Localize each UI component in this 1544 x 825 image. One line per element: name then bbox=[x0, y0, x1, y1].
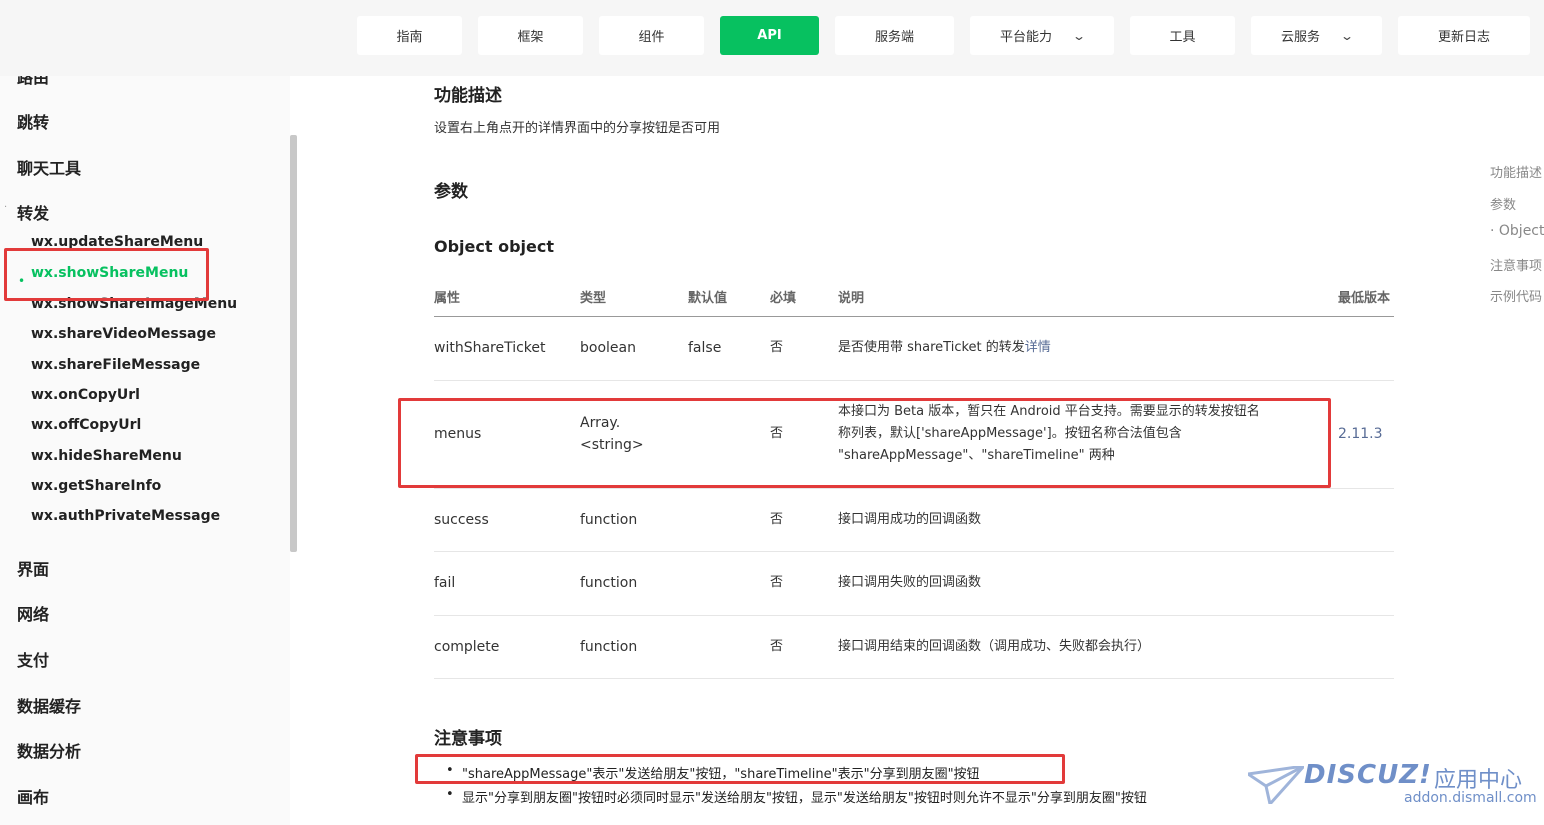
bullet: • bbox=[446, 787, 454, 802]
cell-desc: 是否使用带 shareTicket 的转发详情 bbox=[838, 337, 1051, 359]
cell-attr-withshareticket: withShareTicket bbox=[434, 340, 546, 356]
col-header-desc: 说明 bbox=[838, 291, 865, 306]
cell-desc: 接口调用失败的回调函数 bbox=[838, 575, 982, 590]
nav-tools-label: 工具 bbox=[1169, 30, 1196, 45]
col-header-version: 最低版本 bbox=[1338, 291, 1391, 306]
sidebar-item-share[interactable]: 转发 bbox=[17, 200, 49, 224]
nav-cloud[interactable]: 云服务 ⌄ bbox=[1251, 16, 1382, 55]
nav-framework-label: 框架 bbox=[517, 30, 544, 45]
sidebar-item-payment[interactable]: 支付 bbox=[17, 647, 49, 671]
watermark-url: addon.dismall.com bbox=[1404, 790, 1537, 806]
nav-api-label: API bbox=[757, 28, 782, 43]
sidebar-item-navigate[interactable]: 跳转 bbox=[17, 109, 49, 133]
cell-desc: 接口调用结束的回调函数（调用成功、失败都会执行） bbox=[838, 639, 1151, 654]
nav-server-label: 服务端 bbox=[874, 30, 914, 45]
cell-type: function bbox=[580, 512, 638, 528]
sidebar-item-get-share-info[interactable]: wx.getShareInfo bbox=[31, 478, 161, 494]
cell-type: boolean bbox=[580, 340, 636, 356]
chevron-down-icon: ⌄ bbox=[1071, 28, 1087, 43]
nav-tools[interactable]: 工具 bbox=[1130, 16, 1235, 55]
col-header-required: 必填 bbox=[770, 291, 797, 306]
cell-required: 否 bbox=[770, 340, 784, 355]
sidebar-item-canvas[interactable]: 画布 bbox=[17, 784, 49, 808]
row-divider bbox=[434, 488, 1394, 489]
nav-framework[interactable]: 框架 bbox=[478, 16, 583, 55]
section-title-object: Object object bbox=[434, 237, 555, 256]
cell-required: 否 bbox=[770, 639, 784, 654]
description-text: 设置右上角点开的详情界面中的分享按钮是否可用 bbox=[434, 121, 721, 136]
sidebar-item-chat-tools[interactable]: 聊天工具 bbox=[17, 155, 81, 179]
cell-version: 2.11.3 bbox=[1338, 426, 1383, 442]
row-divider bbox=[434, 380, 1394, 381]
col-header-type: 类型 bbox=[580, 291, 607, 306]
cell-type: function bbox=[580, 575, 638, 591]
sidebar-item-off-copy-url[interactable]: wx.offCopyUrl bbox=[31, 417, 141, 433]
section-title-description: 功能描述 bbox=[434, 86, 502, 106]
cell-required: 否 bbox=[770, 512, 784, 527]
details-link[interactable]: 详情 bbox=[1025, 340, 1051, 355]
cell-attr-success: success bbox=[434, 512, 489, 528]
chevron-down-icon: ⌄ bbox=[1339, 28, 1355, 43]
nav-server[interactable]: 服务端 bbox=[835, 16, 954, 55]
sidebar-item-on-copy-url[interactable]: wx.onCopyUrl bbox=[31, 387, 140, 403]
cell-type: function bbox=[580, 639, 638, 655]
sidebar-item-auth-private-message[interactable]: wx.authPrivateMessage bbox=[31, 508, 220, 524]
sidebar-item-share-file-message[interactable]: wx.shareFileMessage bbox=[31, 357, 200, 373]
section-title-notes: 注意事项 bbox=[434, 729, 502, 749]
nav-changelog[interactable]: 更新日志 bbox=[1398, 16, 1530, 55]
annotation-box-sidebar bbox=[4, 248, 209, 301]
sidebar-item-network[interactable]: 网络 bbox=[17, 601, 49, 625]
section-title-params: 参数 bbox=[434, 182, 468, 202]
row-divider bbox=[434, 551, 1394, 552]
sidebar-item-routing[interactable]: 路由 bbox=[17, 76, 49, 88]
nav-components-label: 组件 bbox=[638, 30, 665, 45]
cell-attr-fail: fail bbox=[434, 575, 456, 591]
note-text: 显示"分享到朋友圈"按钮时必须同时显示"发送给朋友"按钮，显示"发送给朋友"按钮… bbox=[462, 791, 1147, 806]
row-divider bbox=[434, 678, 1394, 679]
paper-plane-icon bbox=[1248, 766, 1304, 804]
col-header-attr: 属性 bbox=[434, 291, 461, 306]
cell-default: false bbox=[688, 340, 722, 356]
nav-platform-label: 平台能力 bbox=[999, 30, 1052, 45]
sidebar-scrollbar[interactable] bbox=[290, 135, 297, 552]
expanded-marker: · bbox=[4, 202, 8, 213]
sidebar-item-storage[interactable]: 数据缓存 bbox=[17, 693, 81, 717]
watermark-logo: DISCUZ! bbox=[1304, 760, 1432, 790]
sidebar-item-analytics[interactable]: 数据分析 bbox=[17, 738, 81, 762]
watermark: DISCUZ! 应用中心 addon.dismall.com bbox=[1248, 760, 1538, 810]
toc-item-description[interactable]: 功能描述 bbox=[1490, 162, 1542, 181]
row-divider bbox=[434, 615, 1394, 616]
toc-item-object[interactable]: · Object bbox=[1490, 223, 1544, 239]
table-header-divider bbox=[434, 316, 1394, 317]
nav-cloud-label: 云服务 bbox=[1280, 30, 1320, 45]
col-header-default: 默认值 bbox=[688, 291, 728, 306]
nav-guide-label: 指南 bbox=[396, 30, 423, 45]
top-nav: 指南 框架 组件 API 服务端 平台能力 ⌄ 工具 云服务 ⌄ 更新日志 bbox=[0, 0, 1544, 76]
cell-required: 否 bbox=[770, 575, 784, 590]
annotation-box-menus-row bbox=[398, 398, 1331, 488]
sidebar-item-share-video-message[interactable]: wx.shareVideoMessage bbox=[31, 326, 216, 342]
nav-changelog-label: 更新日志 bbox=[1437, 30, 1490, 45]
sidebar-item-hide-share-menu[interactable]: wx.hideShareMenu bbox=[31, 448, 182, 464]
sidebar-item-interface[interactable]: 界面 bbox=[17, 556, 49, 580]
nav-platform[interactable]: 平台能力 ⌄ bbox=[970, 16, 1114, 55]
toc-item-notes[interactable]: 注意事项 bbox=[1490, 255, 1542, 274]
toc-item-params[interactable]: 参数 bbox=[1490, 194, 1516, 213]
nav-api[interactable]: API bbox=[720, 16, 819, 55]
annotation-box-note bbox=[415, 754, 1065, 784]
nav-components[interactable]: 组件 bbox=[599, 16, 704, 55]
cell-desc: 接口调用成功的回调函数 bbox=[838, 512, 982, 527]
nav-guide[interactable]: 指南 bbox=[357, 16, 462, 55]
cell-desc-text: 是否使用带 shareTicket 的转发 bbox=[838, 340, 1025, 355]
toc-item-example[interactable]: 示例代码 bbox=[1490, 286, 1542, 305]
cell-attr-complete: complete bbox=[434, 639, 500, 655]
